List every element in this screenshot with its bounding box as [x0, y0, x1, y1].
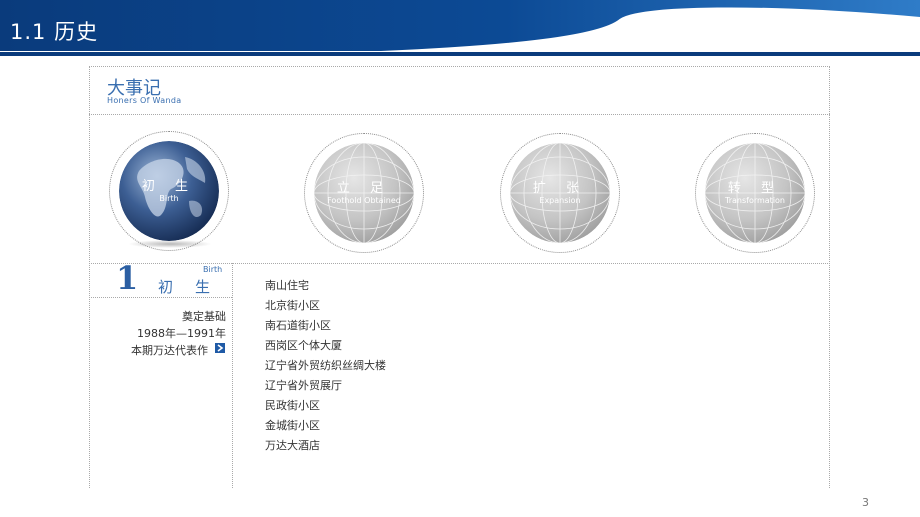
header-bar: 1.1 历史 — [0, 0, 920, 56]
list-item: 万达大酒店 — [265, 439, 320, 452]
list-item: 南石道街小区 — [265, 319, 331, 332]
globe-sublabel: Foothold Obtained — [327, 196, 401, 205]
globe-foothold[interactable]: 立 足 Foothold Obtained — [304, 133, 426, 255]
globe-expansion[interactable]: 扩 张 Expansion — [500, 133, 622, 255]
list-item: 金城街小区 — [265, 419, 320, 432]
globe-label: 立 足 — [336, 181, 392, 196]
earth-globe-icon: 初 生 Birth — [119, 141, 219, 241]
chevron-right-icon[interactable] — [215, 343, 225, 353]
wireframe-globe-icon: 转 型 Transformation — [705, 143, 805, 243]
page-number: 3 — [862, 496, 869, 509]
divider-stage — [89, 297, 232, 298]
divider-middle — [89, 263, 830, 264]
globe-label: 转 型 — [727, 181, 783, 196]
header-background — [0, 0, 920, 56]
stage-desc-years: 1988年—1991年 — [137, 327, 226, 340]
section-subtitle: Honers Of Wanda — [107, 96, 182, 105]
stage-desc-foundation: 奠定基础 — [182, 310, 226, 323]
divider-vertical — [232, 263, 233, 488]
globe-label: 初 生 — [141, 179, 197, 194]
globe-sublabel: Birth — [159, 194, 179, 203]
divider-top — [89, 114, 830, 115]
globe-sublabel: Expansion — [539, 196, 581, 205]
stage-desc-works: 本期万达代表作 — [131, 344, 208, 357]
globe-transformation[interactable]: 转 型 Transformation — [695, 133, 817, 255]
stage-number: 1 — [116, 259, 139, 297]
globe-sublabel: Transformation — [724, 196, 786, 205]
list-item: 西岗区个体大厦 — [265, 339, 342, 352]
list-item: 南山住宅 — [265, 279, 309, 292]
list-item: 民政街小区 — [265, 399, 320, 412]
list-item: 辽宁省外贸展厅 — [265, 379, 342, 392]
stage-title: 初生 — [158, 278, 233, 296]
globe-label: 扩 张 — [532, 181, 588, 196]
page-title: 1.1 历史 — [10, 20, 99, 44]
wireframe-globe-icon: 扩 张 Expansion — [510, 143, 610, 243]
stage-subtitle: Birth — [203, 265, 223, 274]
globe-birth[interactable]: 初 生 Birth — [109, 131, 231, 253]
wireframe-globe-icon: 立 足 Foothold Obtained — [314, 143, 414, 243]
globe-shadow — [128, 240, 212, 248]
list-item: 辽宁省外贸纺织丝绸大楼 — [265, 359, 386, 372]
list-item: 北京街小区 — [265, 299, 320, 312]
